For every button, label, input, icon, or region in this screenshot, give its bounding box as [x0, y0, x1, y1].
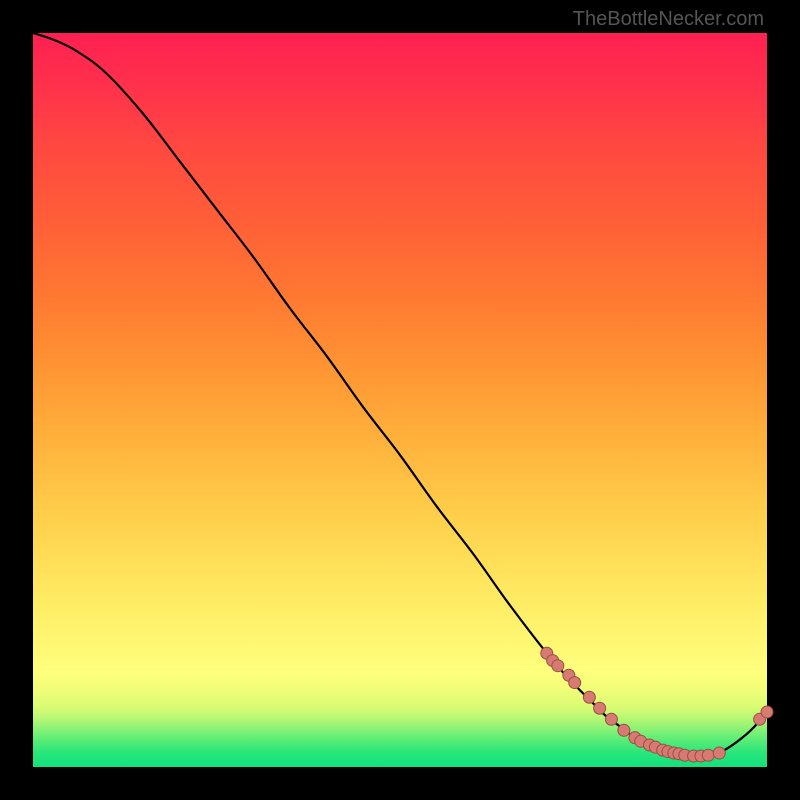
curve-marker — [605, 713, 617, 725]
curve-marker — [702, 749, 714, 761]
curve-marker — [583, 691, 595, 703]
curve-marker — [569, 677, 581, 689]
curve-marker — [761, 706, 773, 718]
curve-marker — [713, 747, 725, 759]
plot-area — [33, 33, 767, 767]
curve-marker — [594, 702, 606, 714]
curve-marker — [552, 660, 564, 672]
curve-markers — [541, 647, 773, 762]
curve-svg — [33, 33, 767, 767]
watermark-label: TheBottleNecker.com — [573, 8, 764, 31]
curve-marker — [618, 724, 630, 736]
chart-container: TheBottleNecker.com — [0, 0, 800, 800]
bottleneck-curve — [33, 33, 767, 757]
